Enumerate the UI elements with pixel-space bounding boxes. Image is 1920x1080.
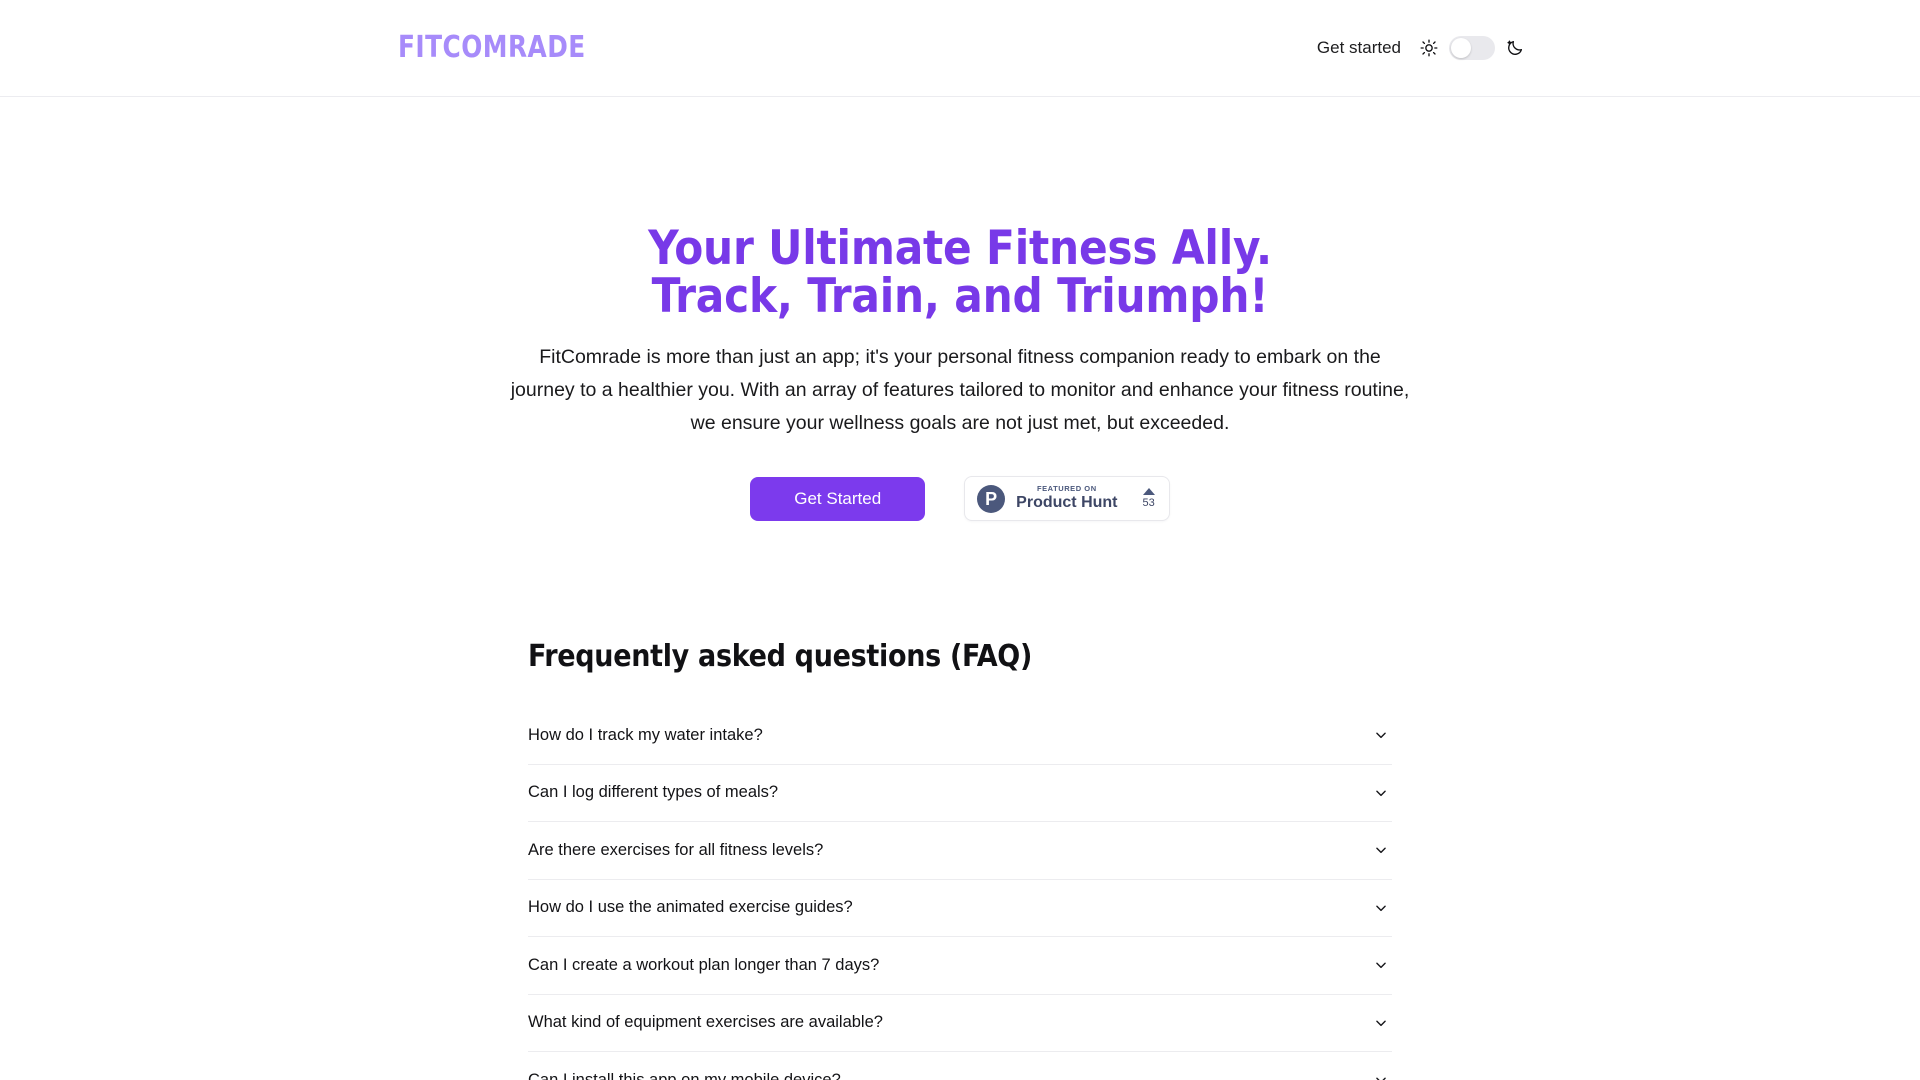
moon-icon[interactable] [1506,39,1524,57]
product-hunt-name: Product Hunt [1016,493,1118,511]
faq-item[interactable]: How do I use the animated exercise guide… [528,880,1392,937]
chevron-down-icon[interactable] [1374,786,1388,800]
get-started-link[interactable]: Get started [1317,38,1401,58]
faq-item[interactable]: Can I log different types of meals? [528,765,1392,822]
upvote-arrow-icon [1142,488,1155,495]
faq-question: What kind of equipment exercises are ava… [528,1013,883,1032]
get-started-button[interactable]: Get Started [750,476,926,521]
page-title: Your Ultimate Fitness Ally. Track, Train… [510,225,1410,321]
hero-subtitle: FitComrade is more than just an app; it'… [510,346,1410,434]
product-hunt-logo-icon: P [977,484,1006,513]
faq-question: Can I log different types of meals? [528,783,779,802]
faq-question: How do I track my water intake? [528,725,763,744]
faq-list: How do I track my water intake? Can I lo… [528,707,1392,1080]
product-hunt-badge[interactable]: P FEATURED ON Product Hunt 53 [964,476,1170,521]
faq-item[interactable]: Are there exercises for all fitness leve… [528,822,1392,880]
faq-question: Can I create a workout plan longer than … [528,955,880,974]
chevron-down-icon[interactable] [1374,901,1388,915]
chevron-down-icon[interactable] [1374,958,1388,972]
theme-toggle-knob [1451,38,1471,58]
faq-section: Frequently asked questions (FAQ) How do … [528,639,1392,1080]
sun-icon[interactable] [1420,39,1438,57]
faq-item[interactable]: Can I install this app on my mobile devi… [528,1052,1392,1080]
site-header: FITCOMRADE Get started [0,0,1920,97]
chevron-down-icon[interactable] [1374,1073,1388,1080]
faq-item[interactable]: What kind of equipment exercises are ava… [528,995,1392,1052]
faq-item[interactable]: How do I track my water intake? [528,707,1392,765]
chevron-down-icon[interactable] [1374,728,1388,742]
hero-actions: Get Started P FEATURED ON Product Hunt 5… [0,476,1920,521]
faq-question: How do I use the animated exercise guide… [528,898,853,917]
product-hunt-featured-label: FEATURED ON [1037,484,1097,494]
chevron-down-icon[interactable] [1374,1016,1388,1030]
faq-question: Can I install this app on my mobile devi… [528,1070,841,1080]
theme-toggle[interactable] [1449,36,1495,60]
upvote-count: 53 [1142,497,1155,509]
hero-section: Your Ultimate Fitness Ally. Track, Train… [0,97,1920,521]
site-logo[interactable]: FITCOMRADE [398,33,586,63]
header-actions: Get started [1317,36,1524,60]
faq-question: Are there exercises for all fitness leve… [528,840,824,859]
theme-switcher [1420,36,1524,60]
product-hunt-text: FEATURED ON Product Hunt [1016,485,1117,511]
product-hunt-upvotes[interactable]: 53 [1143,488,1155,509]
hero-title-line-1: Your Ultimate Fitness Ally. [648,221,1272,276]
faq-heading: Frequently asked questions (FAQ) [528,639,1032,674]
chevron-down-icon[interactable] [1374,843,1388,857]
faq-item[interactable]: Can I create a workout plan longer than … [528,937,1392,995]
hero-title-line-2: Track, Train, and Triumph! [651,269,1269,324]
